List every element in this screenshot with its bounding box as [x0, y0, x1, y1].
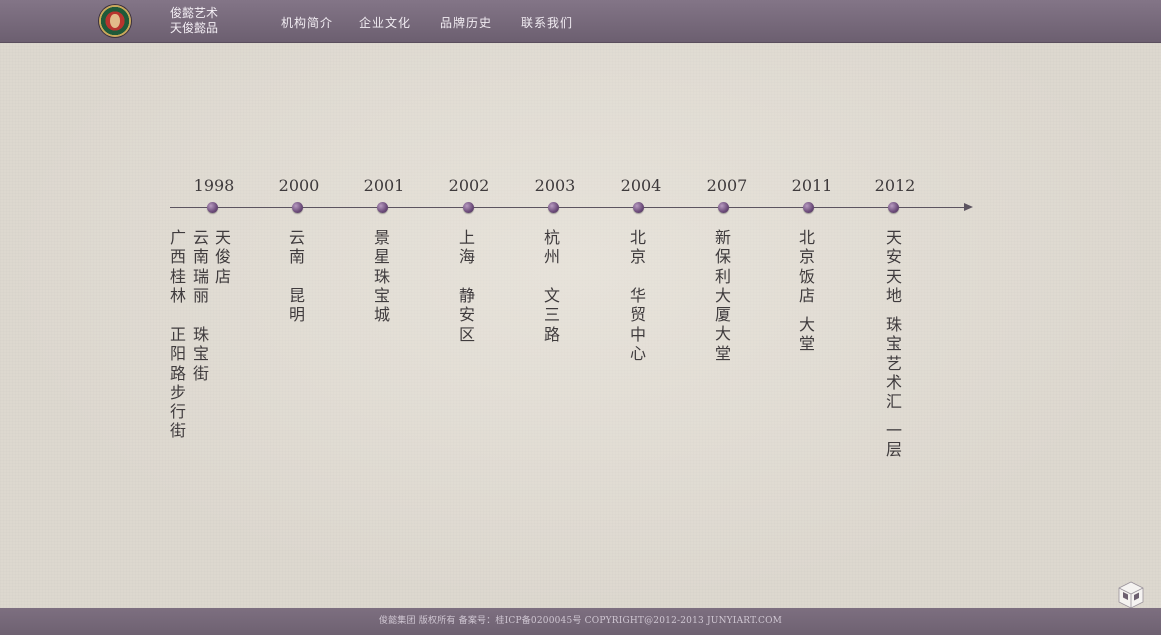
timeline-dot[interactable] [207, 202, 218, 213]
timeline-year: 2003 [534, 176, 576, 195]
timeline-axis [170, 207, 970, 208]
timeline-location-text: 云南瑞丽 [192, 228, 209, 305]
timeline-year: 2004 [620, 176, 662, 195]
timeline-location-text: 珠宝街 [192, 325, 209, 383]
timeline-dot[interactable] [888, 202, 899, 213]
timeline-location-text: 广西桂林 [169, 228, 186, 305]
timeline-dot[interactable] [292, 202, 303, 213]
timeline-location-text: 昆明 [288, 286, 305, 325]
timeline-location-text: 珠宝艺术汇 [885, 315, 902, 412]
timeline-year: 2012 [874, 176, 916, 195]
timeline-location-text: 正阳路步行街 [169, 325, 186, 441]
timeline-year: 1998 [193, 176, 235, 195]
timeline-location-text: 一层 [885, 421, 902, 460]
timeline-dot[interactable] [463, 202, 474, 213]
footer: 俊懿集团 版权所有 备案号：桂ICP备0200045号 COPYRIGHT@20… [0, 608, 1161, 635]
timeline-location-text: 新保利大厦大堂 [714, 228, 731, 363]
timeline-dot[interactable] [803, 202, 814, 213]
timeline-location-text: 华贸中心 [629, 286, 646, 363]
timeline-year: 2007 [706, 176, 748, 195]
timeline-location-text: 杭州 [543, 228, 560, 267]
timeline-year: 2000 [278, 176, 320, 195]
timeline-dot[interactable] [548, 202, 559, 213]
timeline-location-text: 上海 [458, 228, 475, 267]
timeline-dot[interactable] [377, 202, 388, 213]
corner-cube-icon[interactable] [1116, 578, 1146, 608]
timeline-dot[interactable] [718, 202, 729, 213]
timeline-location-text: 静安区 [458, 286, 475, 344]
timeline-year: 2001 [363, 176, 405, 195]
timeline-location-text: 文三路 [543, 286, 560, 344]
timeline-year: 2002 [448, 176, 490, 195]
timeline-location-text: 大堂 [798, 315, 815, 354]
footer-copyright: 俊懿集团 版权所有 备案号：桂ICP备0200045号 COPYRIGHT@20… [378, 616, 783, 626]
timeline-location-text: 云南 [288, 228, 305, 267]
timeline-year: 2011 [791, 176, 833, 195]
timeline-location-text: 北京 [629, 228, 646, 267]
timeline-location-text: 天俊店 [214, 228, 231, 286]
brand-history-timeline: 1998 2000 2001 2002 2003 2004 2007 2011 … [0, 0, 1161, 635]
timeline-location-text: 北京饭店 [798, 228, 815, 305]
timeline-location-text: 景星珠宝城 [373, 228, 390, 325]
timeline-location-text: 天安天地 [885, 228, 902, 305]
timeline-arrow-icon [964, 203, 973, 211]
timeline-dot[interactable] [633, 202, 644, 213]
